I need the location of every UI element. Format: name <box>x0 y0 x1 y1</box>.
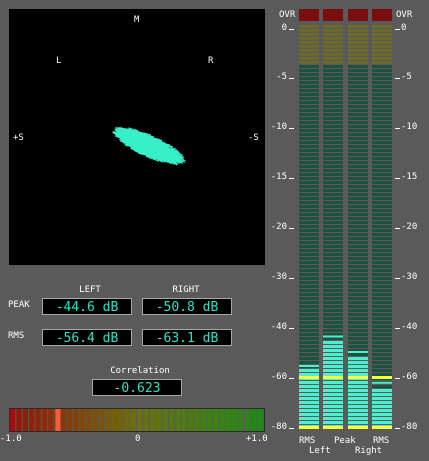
scope-label-mid: M <box>134 15 140 25</box>
correlation-marker <box>55 409 61 431</box>
right-header: RIGHT <box>172 285 200 295</box>
correlation-readout: -0.623 <box>92 379 182 396</box>
meter-tick-mark <box>395 278 400 279</box>
meter-tick-label: 0 <box>281 23 287 33</box>
meter-rms-left <box>299 9 319 434</box>
peak-hold-indicator <box>348 351 368 353</box>
peak-label: PEAK <box>8 300 30 310</box>
correlation-label: Correlation <box>110 366 170 376</box>
meter-tick-label: -40 <box>401 322 418 332</box>
meter-tick-label: -10 <box>401 122 418 132</box>
ovr-indicator <box>323 9 343 21</box>
meter-tick-label: -15 <box>270 172 287 182</box>
correlation-meter <box>9 408 265 432</box>
peak-right-readout: -50.8 dB <box>142 298 232 315</box>
meter-tick-label: -80 <box>401 422 418 432</box>
rms-left-readout: -56.4 dB <box>42 329 132 346</box>
meter-tick-label: -40 <box>270 322 287 332</box>
peak-hold-indicator <box>372 381 392 384</box>
meter-tick-label: -15 <box>401 172 418 182</box>
meter-tick-label: -10 <box>270 122 287 132</box>
left-header: LEFT <box>79 285 101 295</box>
meter-tick-label: -20 <box>401 222 418 232</box>
meter-tick-mark <box>289 128 294 129</box>
peak-left-readout: -44.6 dB <box>42 298 132 315</box>
scope-label-minus-side: -S <box>248 133 259 143</box>
meter-label-rms-right: RMS <box>373 436 390 446</box>
meter-tick-label: -60 <box>401 372 418 382</box>
meter-tick-mark <box>289 378 294 379</box>
rms-label: RMS <box>8 331 25 341</box>
ovr-indicator <box>372 9 392 21</box>
correlation-meter-graphic <box>10 409 263 431</box>
meter-tick-mark <box>395 128 400 129</box>
meter-tick-mark <box>395 428 400 429</box>
meter-tick-label: -5 <box>276 72 287 82</box>
correlation-scale-max: +1.0 <box>246 434 268 444</box>
scope-label-right: R <box>208 56 214 66</box>
meter-tick-label: -80 <box>270 422 287 432</box>
ovr-label-left: OVR <box>279 10 296 20</box>
meter-tick-label: -20 <box>270 222 287 232</box>
meter-tick-mark <box>289 78 294 79</box>
meter-tick-mark <box>395 29 400 30</box>
meter-tick-mark <box>395 78 400 79</box>
meter-peak-left <box>323 9 343 434</box>
ovr-indicator <box>299 9 319 21</box>
correlation-scale-min: -1.0 <box>0 434 22 444</box>
meter-label-left: Left <box>309 446 331 456</box>
meter-tick-label: -5 <box>401 72 412 82</box>
meter-tick-label: -60 <box>270 372 287 382</box>
meter-tick-mark <box>395 328 400 329</box>
meter-label-peak: Peak <box>334 436 356 446</box>
meter-rms-right <box>372 9 392 434</box>
peak-hold-indicator <box>299 365 319 367</box>
goniometer-trace <box>112 126 186 166</box>
meter-tick-label: 0 <box>401 23 407 33</box>
meter-tick-mark <box>395 378 400 379</box>
peak-hold-indicator <box>323 335 343 338</box>
meter-tick-mark <box>289 29 294 30</box>
rms-right-readout: -63.1 dB <box>142 329 232 346</box>
meter-label-right: Right <box>355 446 383 456</box>
meter-peak-right <box>348 9 368 434</box>
correlation-scale-mid: 0 <box>135 434 141 444</box>
meter-tick-mark <box>289 178 294 179</box>
goniometer-display: M L R +S -S <box>9 9 265 265</box>
scope-label-plus-side: +S <box>13 133 24 143</box>
meter-tick-mark <box>289 328 294 329</box>
meter-tick-label: -30 <box>270 272 287 282</box>
meter-tick-mark <box>395 228 400 229</box>
meter-tick-mark <box>289 278 294 279</box>
meter-tick-mark <box>289 428 294 429</box>
ovr-indicator <box>348 9 368 21</box>
meter-tick-label: -30 <box>401 272 418 282</box>
level-meter <box>299 9 393 434</box>
ovr-label-right: OVR <box>396 10 413 20</box>
meter-tick-mark <box>395 178 400 179</box>
meter-label-rms-left: RMS <box>299 436 316 446</box>
scope-label-left: L <box>56 56 62 66</box>
meter-tick-mark <box>289 228 294 229</box>
